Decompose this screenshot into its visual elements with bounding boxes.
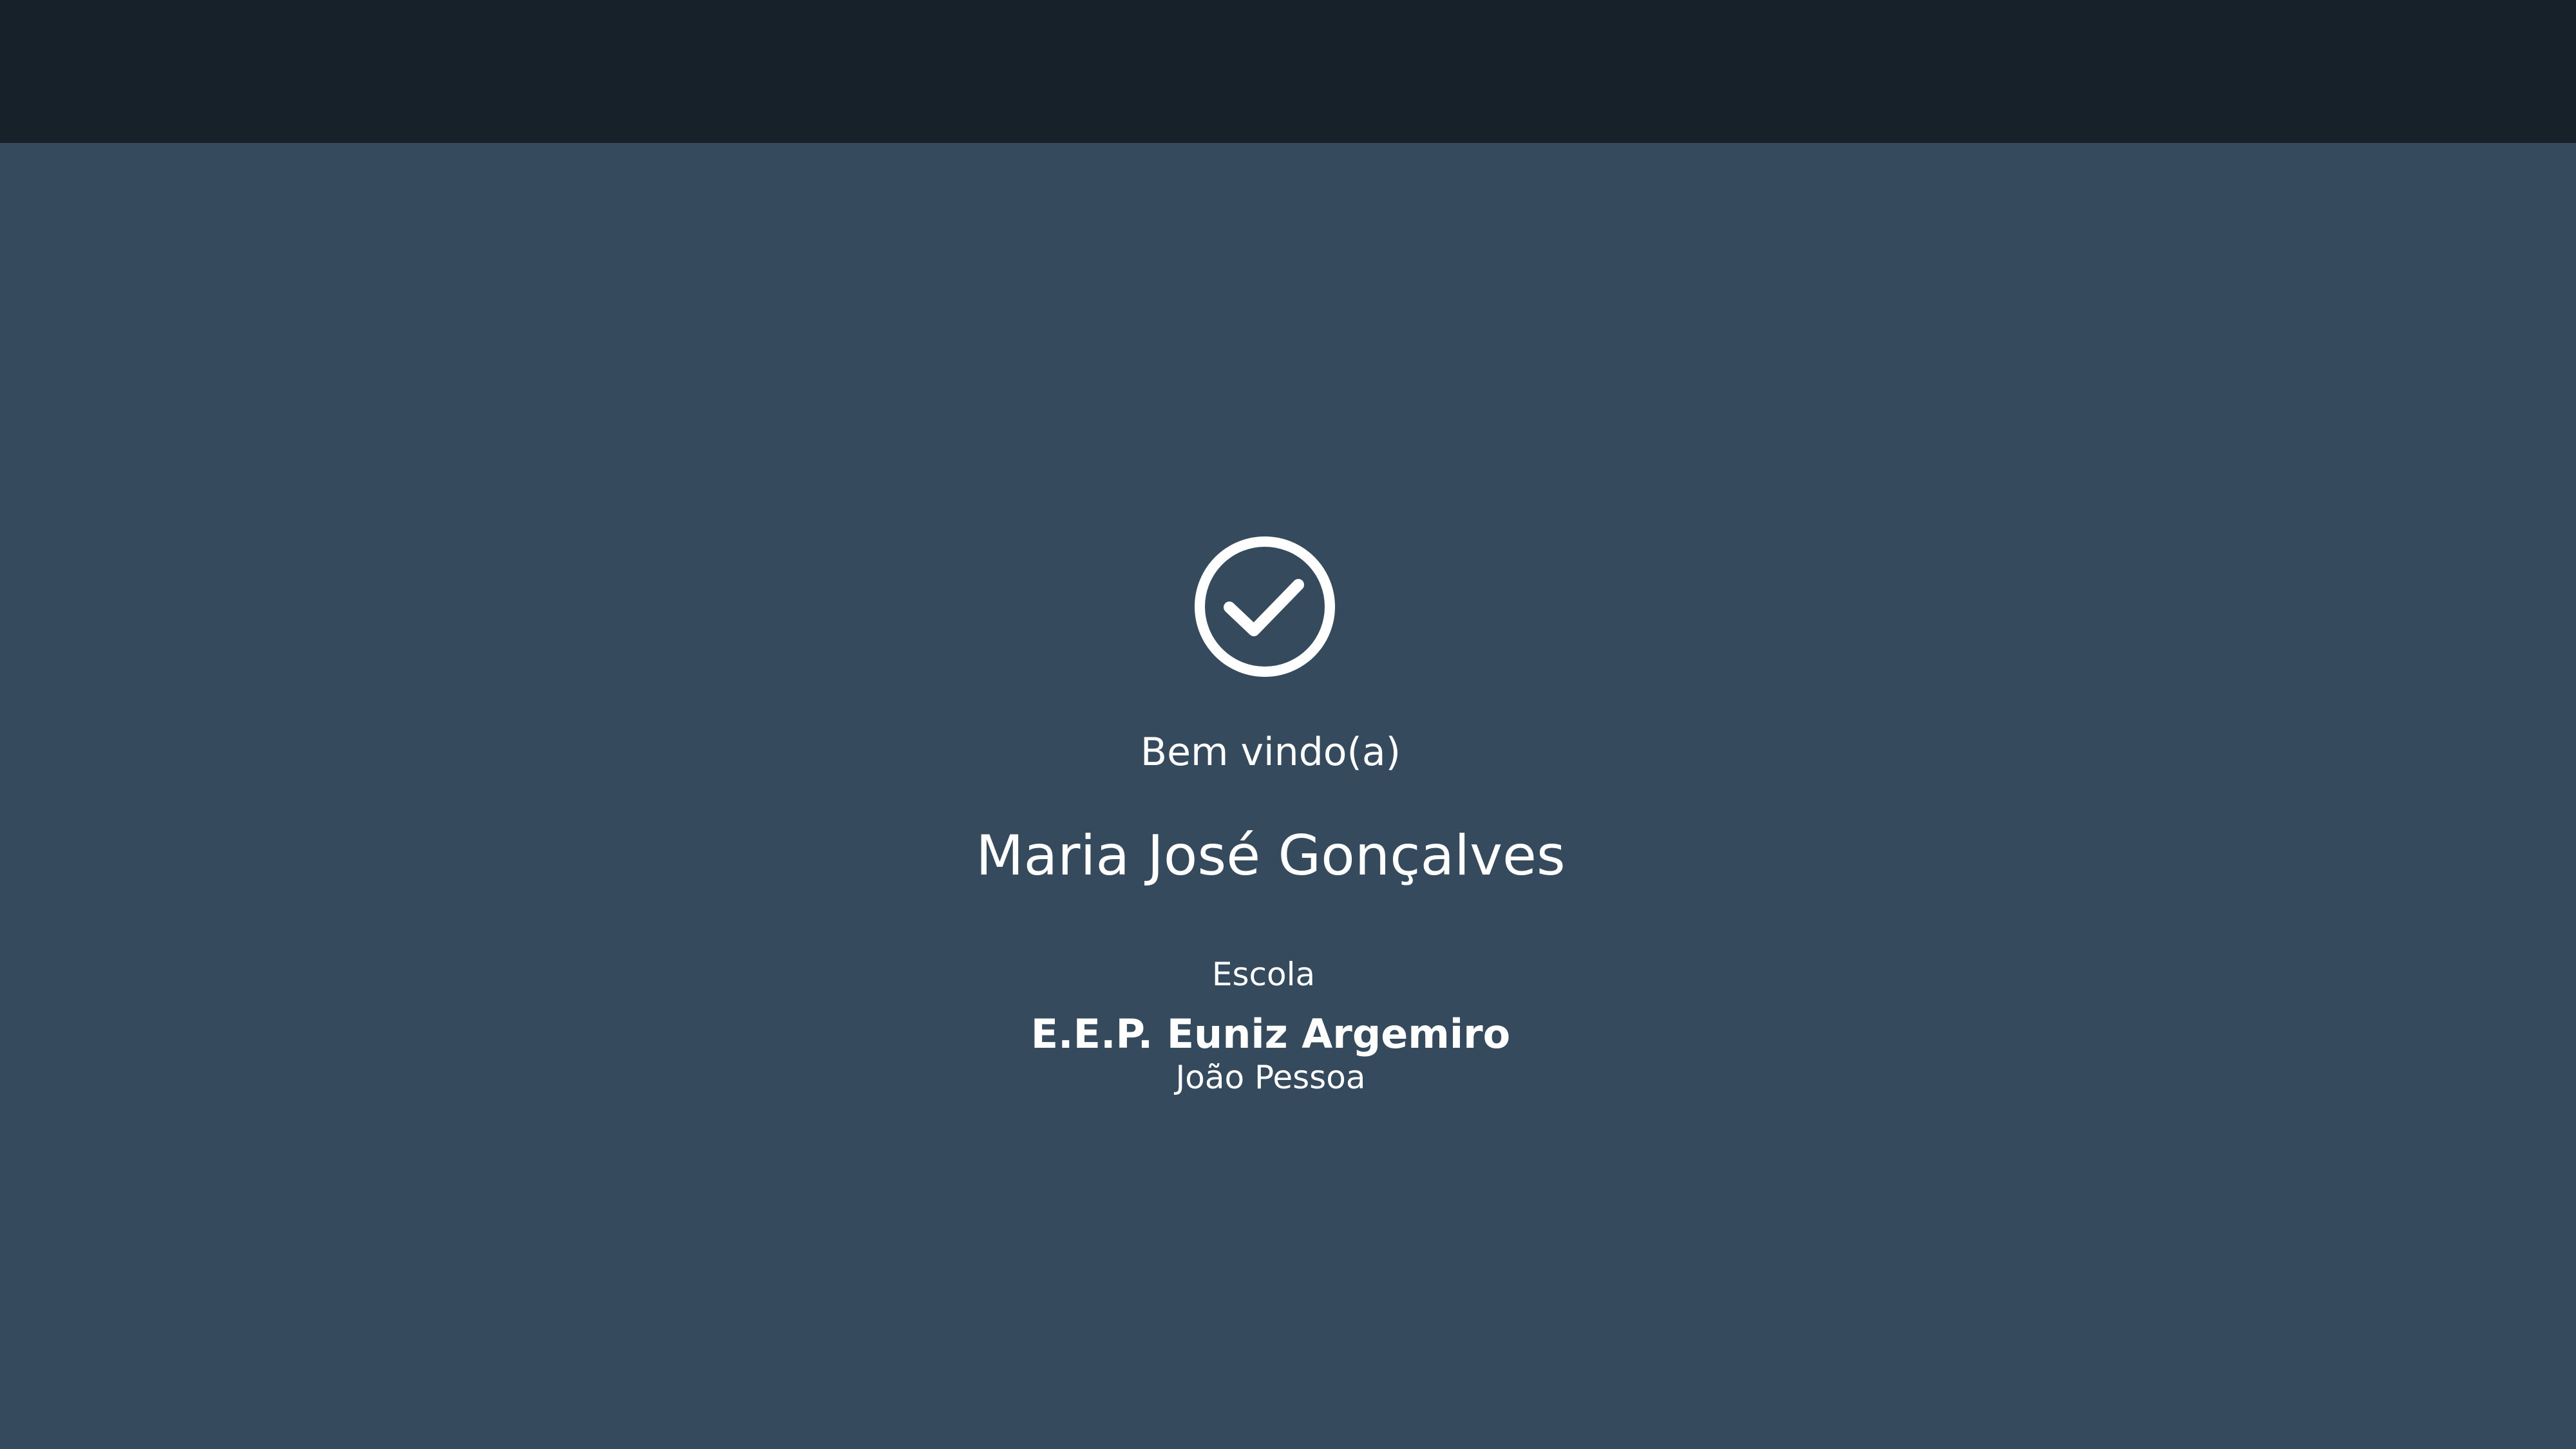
school-name: E.E.P. Euniz Argemiro [1030,1010,1511,1057]
school-city: João Pessoa [1175,1059,1366,1096]
user-name: Maria José Gonçalves [976,824,1566,888]
check-circle-icon [1193,535,1337,679]
welcome-panel: Bem vindo(a) Maria José Gonçalves Escola… [0,0,2576,1449]
welcome-greeting: Bem vindo(a) [1140,730,1401,775]
school-label: Escola [1211,956,1316,993]
